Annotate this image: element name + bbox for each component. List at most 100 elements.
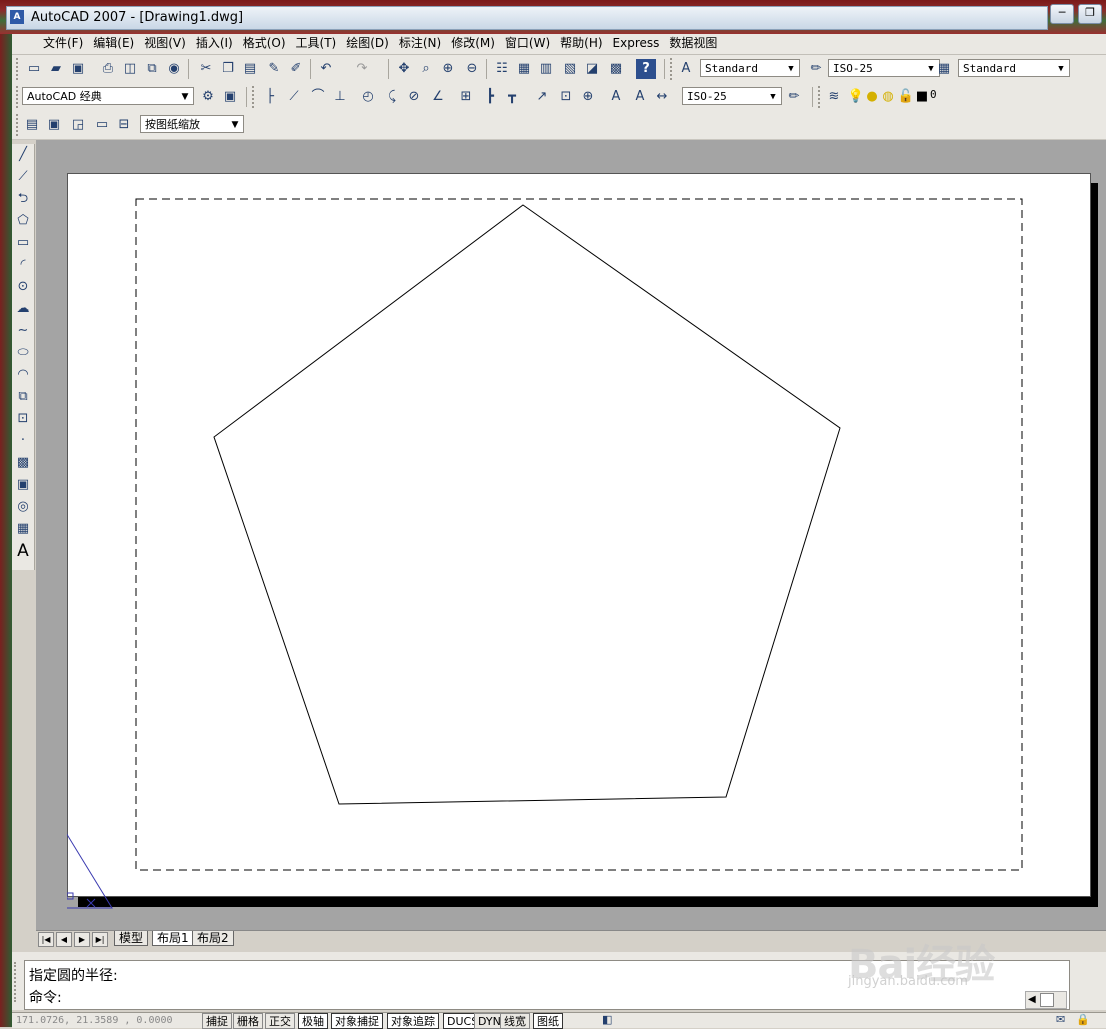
revision-cloud-icon[interactable]: ☁: [12, 298, 34, 320]
menu-view[interactable]: 视图(V): [139, 34, 191, 53]
pan-icon[interactable]: ✥: [394, 59, 414, 79]
single-viewport-icon[interactable]: ▭: [92, 115, 112, 135]
center-mark-icon[interactable]: ⊕: [578, 87, 598, 107]
polyline-icon[interactable]: ⮌: [12, 188, 34, 210]
circle-icon[interactable]: ⊙: [12, 276, 34, 298]
first-tab-icon[interactable]: |◀: [38, 932, 54, 947]
chevron-down-icon[interactable]: ▼: [229, 116, 241, 134]
new-layout-icon[interactable]: ▤: [22, 115, 42, 135]
match-properties-icon[interactable]: ✎: [264, 59, 284, 79]
hatch-icon[interactable]: ▩: [12, 452, 34, 474]
dimension-edit-icon[interactable]: A: [606, 87, 626, 107]
cut-icon[interactable]: ✂: [196, 59, 216, 79]
menu-format[interactable]: 格式(O): [238, 34, 291, 53]
viewport-scale-select[interactable]: 按图纸缩放 ▼: [140, 115, 244, 133]
open-icon[interactable]: ▰: [46, 59, 66, 79]
arc-icon[interactable]: ◜: [12, 254, 34, 276]
jogged-dimension-icon[interactable]: ⤹: [382, 87, 402, 107]
last-tab-icon[interactable]: ▶|: [92, 932, 108, 947]
zoom-window-icon[interactable]: ⊕: [438, 59, 458, 79]
toolbar-grip[interactable]: [16, 58, 22, 80]
scroll-thumb[interactable]: [1040, 993, 1054, 1007]
dim-style-icon[interactable]: ✏: [806, 59, 826, 79]
menu-tools[interactable]: 工具(T): [291, 34, 342, 53]
tool-palettes-icon[interactable]: ▥: [536, 59, 556, 79]
make-block-icon[interactable]: ⊡: [12, 408, 34, 430]
chevron-down-icon[interactable]: ▼: [1055, 60, 1067, 78]
minimize-button[interactable]: ─: [1050, 4, 1074, 24]
help-icon[interactable]: ?: [636, 59, 656, 79]
zoom-realtime-icon[interactable]: ⌕: [416, 59, 436, 79]
undo-icon[interactable]: ↶: [316, 59, 336, 79]
table-style-icon[interactable]: ▦: [934, 59, 954, 79]
continue-dimension-icon[interactable]: ┳: [502, 87, 522, 107]
copy-icon[interactable]: ❐: [218, 59, 238, 79]
current-layer-name[interactable]: 0: [930, 88, 937, 101]
insert-block-icon[interactable]: ⧉: [12, 386, 34, 408]
text-style-select[interactable]: Standard ▼: [700, 59, 800, 77]
workspace-settings-icon[interactable]: ⚙: [198, 87, 218, 107]
layer-color-icon[interactable]: ■: [912, 87, 932, 107]
menu-help[interactable]: 帮助(H): [555, 34, 607, 53]
layer-viewport-freeze-icon[interactable]: ◍: [878, 87, 898, 107]
command-prompt[interactable]: 命令:: [29, 987, 62, 1007]
linear-dimension-icon[interactable]: ├: [260, 87, 280, 107]
angular-dimension-icon[interactable]: ∠: [428, 87, 448, 107]
autocad-app-icon[interactable]: A: [10, 10, 24, 24]
construction-line-icon[interactable]: ⟋: [12, 166, 34, 188]
toolbar-grip[interactable]: [252, 86, 258, 108]
menu-file[interactable]: 文件(F): [38, 34, 88, 53]
communication-center-icon[interactable]: ✉: [1056, 1013, 1065, 1026]
zoom-previous-icon[interactable]: ⊖: [462, 59, 482, 79]
menu-modify[interactable]: 修改(M): [446, 34, 500, 53]
tab-layout1[interactable]: 布局1: [152, 931, 194, 946]
tab-model[interactable]: 模型: [114, 931, 149, 946]
plot-icon[interactable]: ⎙: [98, 59, 118, 79]
paste-icon[interactable]: ▤: [240, 59, 260, 79]
rectangle-icon[interactable]: ▭: [12, 232, 34, 254]
table-style-select[interactable]: Standard ▼: [958, 59, 1070, 77]
plot-preview-icon[interactable]: ◫: [120, 59, 140, 79]
viewport-maximize-icon[interactable]: ◧: [602, 1013, 612, 1026]
toolbar-lock-icon[interactable]: 🔒: [1076, 1013, 1090, 1026]
arc-length-icon[interactable]: ⌒: [308, 87, 328, 107]
pentagon-shape[interactable]: [213, 204, 841, 805]
sheet-set-icon[interactable]: ▧: [560, 59, 580, 79]
cursor-coordinates[interactable]: 171.0726, 21.3589 , 0.0000: [16, 1013, 202, 1027]
ellipse-arc-icon[interactable]: ◠: [12, 364, 34, 386]
table-icon[interactable]: ▦: [12, 518, 34, 540]
command-window-grip[interactable]: [14, 962, 20, 1002]
menu-edit[interactable]: 编辑(E): [88, 34, 139, 53]
gradient-icon[interactable]: ▣: [12, 474, 34, 496]
layout-template-icon[interactable]: ▣: [44, 115, 64, 135]
menu-insert[interactable]: 插入(I): [191, 34, 238, 53]
quick-leader-icon[interactable]: ↗: [532, 87, 552, 107]
command-scrollbar[interactable]: ◀: [1025, 991, 1067, 1009]
scroll-left-icon[interactable]: ◀: [1028, 992, 1036, 1008]
drawing-canvas[interactable]: [67, 173, 1097, 913]
point-icon[interactable]: ·: [12, 430, 34, 452]
design-center-icon[interactable]: ▦: [514, 59, 534, 79]
chevron-down-icon[interactable]: ▼: [179, 88, 191, 106]
line-icon[interactable]: ╱: [12, 144, 34, 166]
menu-dimension[interactable]: 标注(N): [394, 34, 446, 53]
save-icon[interactable]: ▣: [68, 59, 88, 79]
spline-icon[interactable]: ∼: [12, 320, 34, 342]
publish-icon[interactable]: ⧉: [142, 59, 162, 79]
block-editor-icon[interactable]: ✐: [286, 59, 306, 79]
quick-dimension-icon[interactable]: ⊞: [456, 87, 476, 107]
viewports-dialog-icon[interactable]: ⊟: [114, 115, 134, 135]
chevron-down-icon[interactable]: ▼: [785, 60, 797, 78]
dimension-update-icon[interactable]: ↔: [652, 87, 672, 107]
menu-express[interactable]: Express: [608, 34, 665, 53]
baseline-dimension-icon[interactable]: ┣: [480, 87, 500, 107]
ordinate-dimension-icon[interactable]: ⊥: [330, 87, 350, 107]
polygon-icon[interactable]: ⬠: [12, 210, 34, 232]
menu-window[interactable]: 窗口(W): [500, 34, 555, 53]
menu-draw[interactable]: 绘图(D): [341, 34, 394, 53]
chevron-down-icon[interactable]: ▼: [767, 88, 779, 106]
layer-manager-icon[interactable]: ≋: [824, 87, 844, 107]
new-icon[interactable]: ▭: [24, 59, 44, 79]
markup-icon[interactable]: ◪: [582, 59, 602, 79]
multiline-text-icon[interactable]: A: [12, 540, 34, 562]
